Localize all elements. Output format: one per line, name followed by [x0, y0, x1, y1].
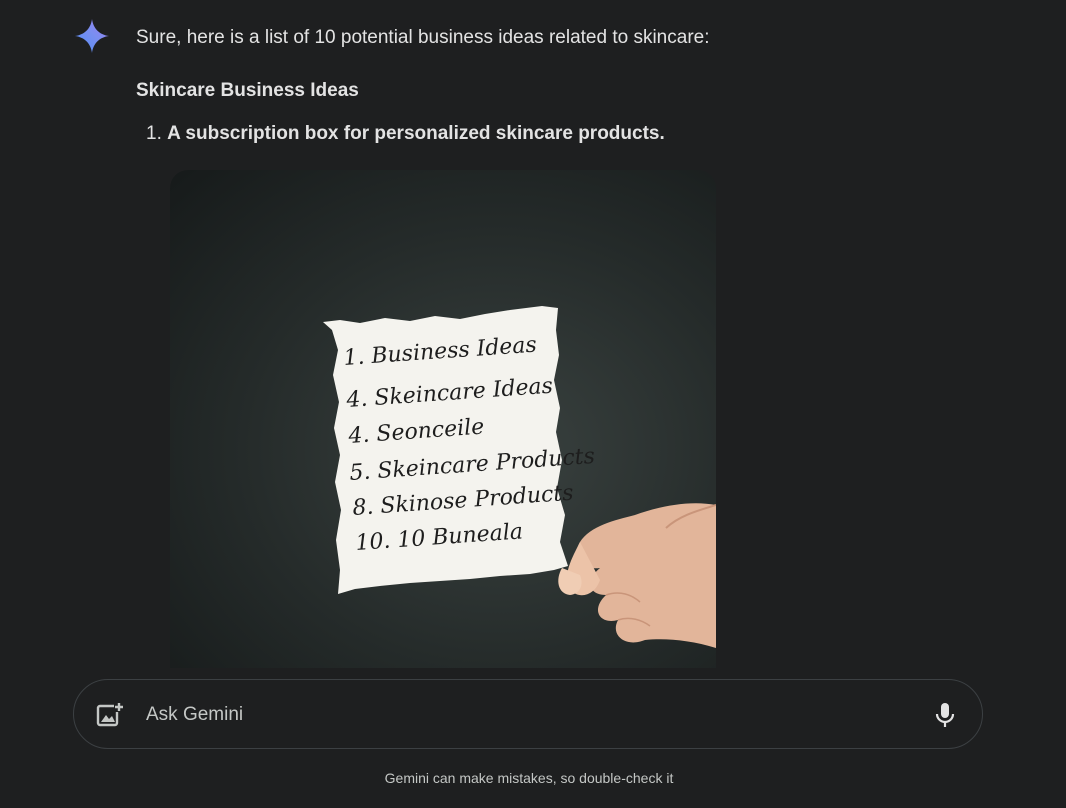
- response-intro: Sure, here is a list of 10 potential bus…: [136, 27, 710, 48]
- prompt-composer: [73, 679, 983, 749]
- model-response: Sure, here is a list of 10 potential bus…: [136, 24, 1016, 144]
- prompt-input[interactable]: [144, 698, 908, 732]
- microphone-icon[interactable]: [930, 700, 960, 730]
- list-item: 1. A subscription box for personalized s…: [146, 120, 665, 148]
- generated-image[interactable]: 1. Business Ideas 4. Skeincare Ideas 4. …: [170, 170, 716, 678]
- note-photo: 1. Business Ideas 4. Skeincare Ideas 4. …: [323, 306, 716, 648]
- hand-illustration: [558, 503, 716, 648]
- response-heading: Skincare Business Ideas: [136, 80, 359, 101]
- list-item-number: 1.: [146, 123, 162, 144]
- gemini-sparkle-icon: [75, 19, 109, 53]
- disclaimer-text: Gemini can make mistakes, so double-chec…: [384, 770, 674, 786]
- add-image-icon[interactable]: [94, 700, 124, 730]
- gemini-chat-page: Sure, here is a list of 10 potential bus…: [0, 0, 1066, 808]
- list-item-text: A subscription box for personalized skin…: [167, 123, 665, 144]
